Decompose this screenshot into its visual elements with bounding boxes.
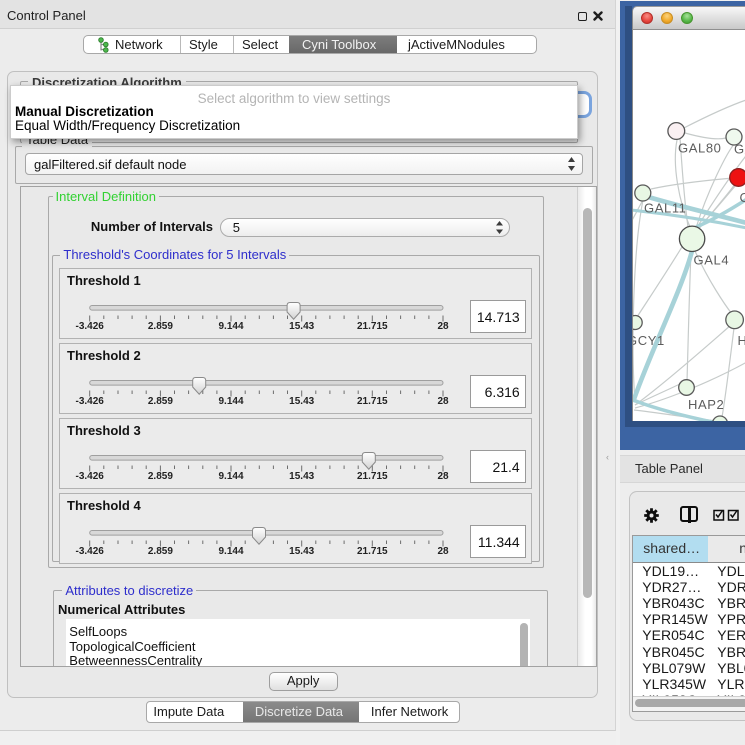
svg-text:GA: GA (734, 141, 745, 156)
svg-text:GAL4: GAL4 (693, 252, 729, 267)
svg-text:GAL11: GAL11 (644, 200, 687, 215)
svg-text:C: C (739, 190, 745, 205)
svg-text:GCY1: GCY1 (633, 333, 665, 348)
svg-text:HAP2: HAP2 (688, 397, 724, 412)
svg-text:H: H (737, 333, 745, 348)
svg-text:GAL80: GAL80 (678, 140, 721, 155)
